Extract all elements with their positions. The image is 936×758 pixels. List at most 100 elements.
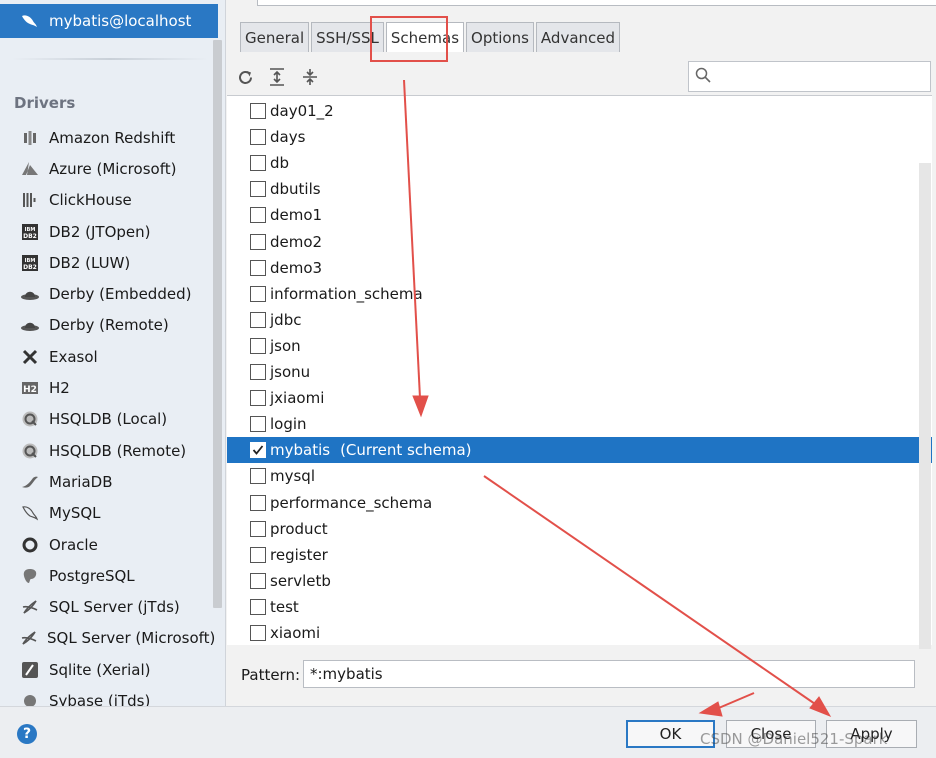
tab-options[interactable]: Options xyxy=(466,22,534,52)
checkbox[interactable] xyxy=(250,285,266,302)
current-schema-note: (Current schema) xyxy=(340,441,472,460)
checkbox[interactable] xyxy=(250,364,266,381)
checkbox[interactable] xyxy=(250,546,266,563)
schema-name: xiaomi xyxy=(270,624,321,643)
schema-name: performance_schema xyxy=(270,493,433,512)
schema-row[interactable]: json xyxy=(227,333,932,359)
driver-item[interactable]: HSQLDB (Local) xyxy=(0,404,212,435)
svg-text:DB2: DB2 xyxy=(23,233,37,240)
checkbox[interactable] xyxy=(250,494,266,511)
checkbox[interactable] xyxy=(250,416,266,433)
checkbox[interactable] xyxy=(250,520,266,537)
schema-row[interactable]: db xyxy=(227,150,932,176)
sidebar-scrollbar[interactable] xyxy=(213,40,222,608)
checkbox[interactable] xyxy=(250,311,266,328)
checkbox[interactable] xyxy=(250,390,266,407)
schema-name: db xyxy=(270,154,290,173)
schema-list-scrollbar[interactable] xyxy=(919,163,931,649)
schema-row[interactable]: days xyxy=(227,124,932,150)
checkbox[interactable] xyxy=(250,259,266,276)
tab-advanced[interactable]: Advanced xyxy=(535,22,621,52)
pattern-input[interactable]: *:mybatis xyxy=(303,660,915,688)
expand-all-icon[interactable] xyxy=(268,68,286,86)
schema-row[interactable]: test xyxy=(227,594,932,620)
schema-row[interactable]: demo3 xyxy=(227,255,932,281)
schema-row[interactable]: information_schema xyxy=(227,281,932,307)
schema-row[interactable]: register xyxy=(227,542,932,568)
driver-item[interactable]: HSQLDB (Remote) xyxy=(0,435,212,466)
schema-row[interactable]: mysql xyxy=(227,463,932,489)
schema-row[interactable]: mybatis (Current schema) xyxy=(227,437,932,464)
schema-row[interactable]: day01_2 xyxy=(227,98,932,124)
schema-name: demo1 xyxy=(270,206,323,225)
svg-text:DB2: DB2 xyxy=(23,264,37,271)
driver-item[interactable]: Derby (Remote) xyxy=(0,310,212,341)
schema-row[interactable]: jsonu xyxy=(227,359,932,385)
checkbox[interactable] xyxy=(250,181,266,198)
schema-row[interactable]: jxiaomi xyxy=(227,385,932,411)
collapse-all-icon[interactable] xyxy=(301,68,319,86)
driver-label: Derby (Embedded) xyxy=(49,285,192,304)
schema-row[interactable]: demo2 xyxy=(227,229,932,255)
driver-item[interactable]: Azure (Microsoft) xyxy=(0,153,212,184)
checkbox[interactable] xyxy=(250,468,266,485)
help-button[interactable]: ? xyxy=(17,724,37,744)
driver-item[interactable]: Sybase (jTds) xyxy=(0,685,212,706)
checkbox[interactable] xyxy=(250,337,266,354)
checkbox[interactable] xyxy=(250,625,266,642)
schema-row[interactable]: jdbc xyxy=(227,307,932,333)
checkbox[interactable] xyxy=(250,598,266,615)
driver-item[interactable]: IBM DB2 DB2 (JTOpen) xyxy=(0,216,212,247)
schema-row[interactable]: xiaomi xyxy=(227,620,932,646)
checkbox[interactable] xyxy=(250,572,266,589)
schema-list: day01_2days db dbutils demo1 demo2 demo3 infor… xyxy=(227,95,932,645)
schema-name: days xyxy=(270,128,306,147)
checkbox[interactable] xyxy=(250,207,266,224)
schema-name: json xyxy=(270,336,301,355)
driver-label: PostgreSQL xyxy=(49,566,135,585)
checkbox[interactable] xyxy=(250,155,266,172)
driver-item[interactable]: ClickHouse xyxy=(0,185,212,216)
schema-row[interactable]: demo1 xyxy=(227,202,932,228)
datasource-item-selected[interactable]: mybatis@localhost xyxy=(0,4,218,38)
driver-item[interactable]: SQL Server (Microsoft) xyxy=(0,623,216,654)
refresh-icon[interactable] xyxy=(236,68,254,86)
tab-general[interactable]: General xyxy=(240,22,310,52)
driver-label: Derby (Remote) xyxy=(49,316,169,335)
dialog-button-bar: ? OK Close Apply CSDN @Daniel521-Spark xyxy=(0,706,936,758)
driver-item[interactable]: PostgreSQL xyxy=(0,560,212,591)
schema-name: test xyxy=(270,597,299,616)
hsqldb-icon xyxy=(20,441,40,461)
schema-row[interactable]: product xyxy=(227,516,932,542)
sybase-icon xyxy=(20,691,40,706)
schema-row[interactable]: servletb xyxy=(227,568,932,594)
checkbox[interactable] xyxy=(250,233,266,250)
driver-list: Amazon Redshift Azure (Microsoft) ClickHou… xyxy=(0,122,216,706)
driver-item[interactable]: Derby (Embedded) xyxy=(0,278,212,309)
driver-label: ClickHouse xyxy=(49,191,132,210)
schema-row[interactable]: login xyxy=(227,411,932,437)
driver-label: SQL Server (Microsoft) xyxy=(47,629,216,648)
driver-item[interactable]: Exasol xyxy=(0,341,212,372)
checkbox[interactable] xyxy=(250,103,266,120)
search-icon xyxy=(695,67,711,87)
mysql-icon xyxy=(20,503,40,523)
driver-item[interactable]: Oracle xyxy=(0,529,212,560)
azure-icon xyxy=(20,159,40,179)
driver-item[interactable]: IBM DB2 DB2 (LUW) xyxy=(0,247,212,278)
driver-item[interactable]: SQL Server (jTds) xyxy=(0,591,212,622)
oracle-icon xyxy=(20,535,40,555)
schema-row[interactable]: dbutils xyxy=(227,176,932,202)
driver-item[interactable]: Sqlite (Xerial) xyxy=(0,654,212,685)
driver-item[interactable]: MariaDB xyxy=(0,466,212,497)
driver-item[interactable]: H2 H2 xyxy=(0,372,212,403)
driver-item[interactable]: MySQL xyxy=(0,498,212,529)
checkbox-checked[interactable] xyxy=(250,442,266,459)
clickhouse-icon xyxy=(20,190,40,210)
schema-search-input[interactable] xyxy=(688,61,931,92)
schema-name: dbutils xyxy=(270,180,321,199)
driver-item[interactable]: Amazon Redshift xyxy=(0,122,212,153)
schema-row[interactable]: performance_schema xyxy=(227,490,932,516)
driver-label: DB2 (LUW) xyxy=(49,253,131,272)
checkbox[interactable] xyxy=(250,129,266,146)
